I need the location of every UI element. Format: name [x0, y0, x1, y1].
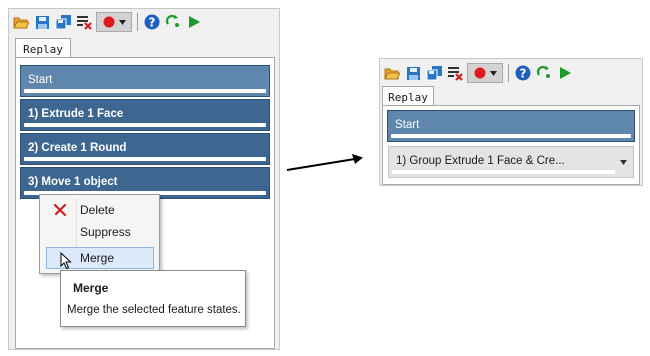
feature-progress-strip: [24, 89, 266, 93]
menu-item-merge-label: Merge: [80, 251, 115, 265]
clear-list-icon[interactable]: [446, 64, 464, 82]
svg-text:?: ?: [149, 16, 156, 30]
menu-item-delete-label: Delete: [80, 203, 115, 217]
group-feature-value: 1) Group Extrude 1 Face & Cre...: [396, 155, 565, 167]
help-icon[interactable]: ?: [514, 64, 532, 82]
play-icon[interactable]: [185, 13, 203, 31]
loop-icon[interactable]: [535, 64, 553, 82]
feature-item-label: 2) Create 1 Round: [28, 142, 127, 154]
open-folder-icon[interactable]: [383, 64, 401, 82]
save-icon[interactable]: [404, 64, 422, 82]
save-icon[interactable]: [33, 13, 51, 31]
svg-text:?: ?: [520, 67, 527, 81]
tab-replay[interactable]: Replay: [15, 38, 71, 59]
merge-tooltip: Merge Merge the selected feature states.: [60, 270, 246, 327]
toolbar: ?: [380, 60, 642, 86]
open-folder-icon[interactable]: [12, 13, 30, 31]
tooltip-title: Merge: [73, 281, 109, 295]
feature-progress-strip: [24, 157, 266, 161]
chevron-down-icon: [489, 70, 497, 76]
save-all-icon[interactable]: [425, 64, 443, 82]
tab-replay[interactable]: Replay: [382, 86, 434, 107]
transition-arrow: [286, 154, 363, 171]
record-dropdown-button[interactable]: [467, 63, 503, 83]
help-icon[interactable]: ?: [143, 13, 161, 31]
record-icon: [103, 16, 114, 28]
chevron-down-icon[interactable]: [620, 160, 627, 165]
toolbar: ?: [9, 9, 279, 35]
clear-list-icon[interactable]: [75, 13, 93, 31]
feature-item-label: 3) Move 1 object: [28, 176, 118, 188]
play-icon[interactable]: [556, 64, 574, 82]
feature-item-label: Start: [395, 119, 420, 131]
replay-list: Start 1) Group Extrude 1 Face & Cre...: [382, 105, 640, 185]
record-icon: [474, 67, 485, 79]
feature-progress-strip: [391, 134, 631, 138]
toolbar-separator: [137, 13, 138, 31]
menu-item-delete[interactable]: Delete: [40, 199, 159, 221]
delete-icon: [53, 203, 67, 217]
context-menu: Delete Suppress Merge: [39, 194, 160, 274]
tab-replay-label: Replay: [23, 42, 63, 56]
menu-item-suppress-label: Suppress: [80, 225, 131, 239]
feature-progress-strip: [24, 123, 266, 127]
chevron-down-icon: [118, 19, 126, 25]
mouse-cursor-icon: [60, 252, 72, 270]
group-feature-combo[interactable]: 1) Group Extrude 1 Face & Cre...: [388, 146, 634, 178]
feature-item-label: 1) Extrude 1 Face: [28, 108, 124, 120]
loop-icon[interactable]: [164, 13, 182, 31]
tab-replay-label: Replay: [388, 90, 428, 104]
save-all-icon[interactable]: [54, 13, 72, 31]
menu-item-suppress[interactable]: Suppress: [40, 221, 159, 243]
feature-item-label: Start: [28, 74, 53, 86]
feature-item-start[interactable]: Start: [387, 110, 635, 142]
tooltip-description: Merge the selected feature states.: [67, 304, 241, 316]
feature-item-extrude[interactable]: 1) Extrude 1 Face: [20, 99, 270, 131]
record-dropdown-button[interactable]: [96, 12, 132, 32]
feature-item-round[interactable]: 2) Create 1 Round: [20, 133, 270, 165]
feature-item-start[interactable]: Start: [20, 65, 270, 97]
feature-progress-strip: [392, 170, 615, 174]
toolbar-separator: [508, 64, 509, 82]
replay-panel-after: ? Replay Start 1) Group Extrude 1 Face &…: [379, 58, 643, 186]
